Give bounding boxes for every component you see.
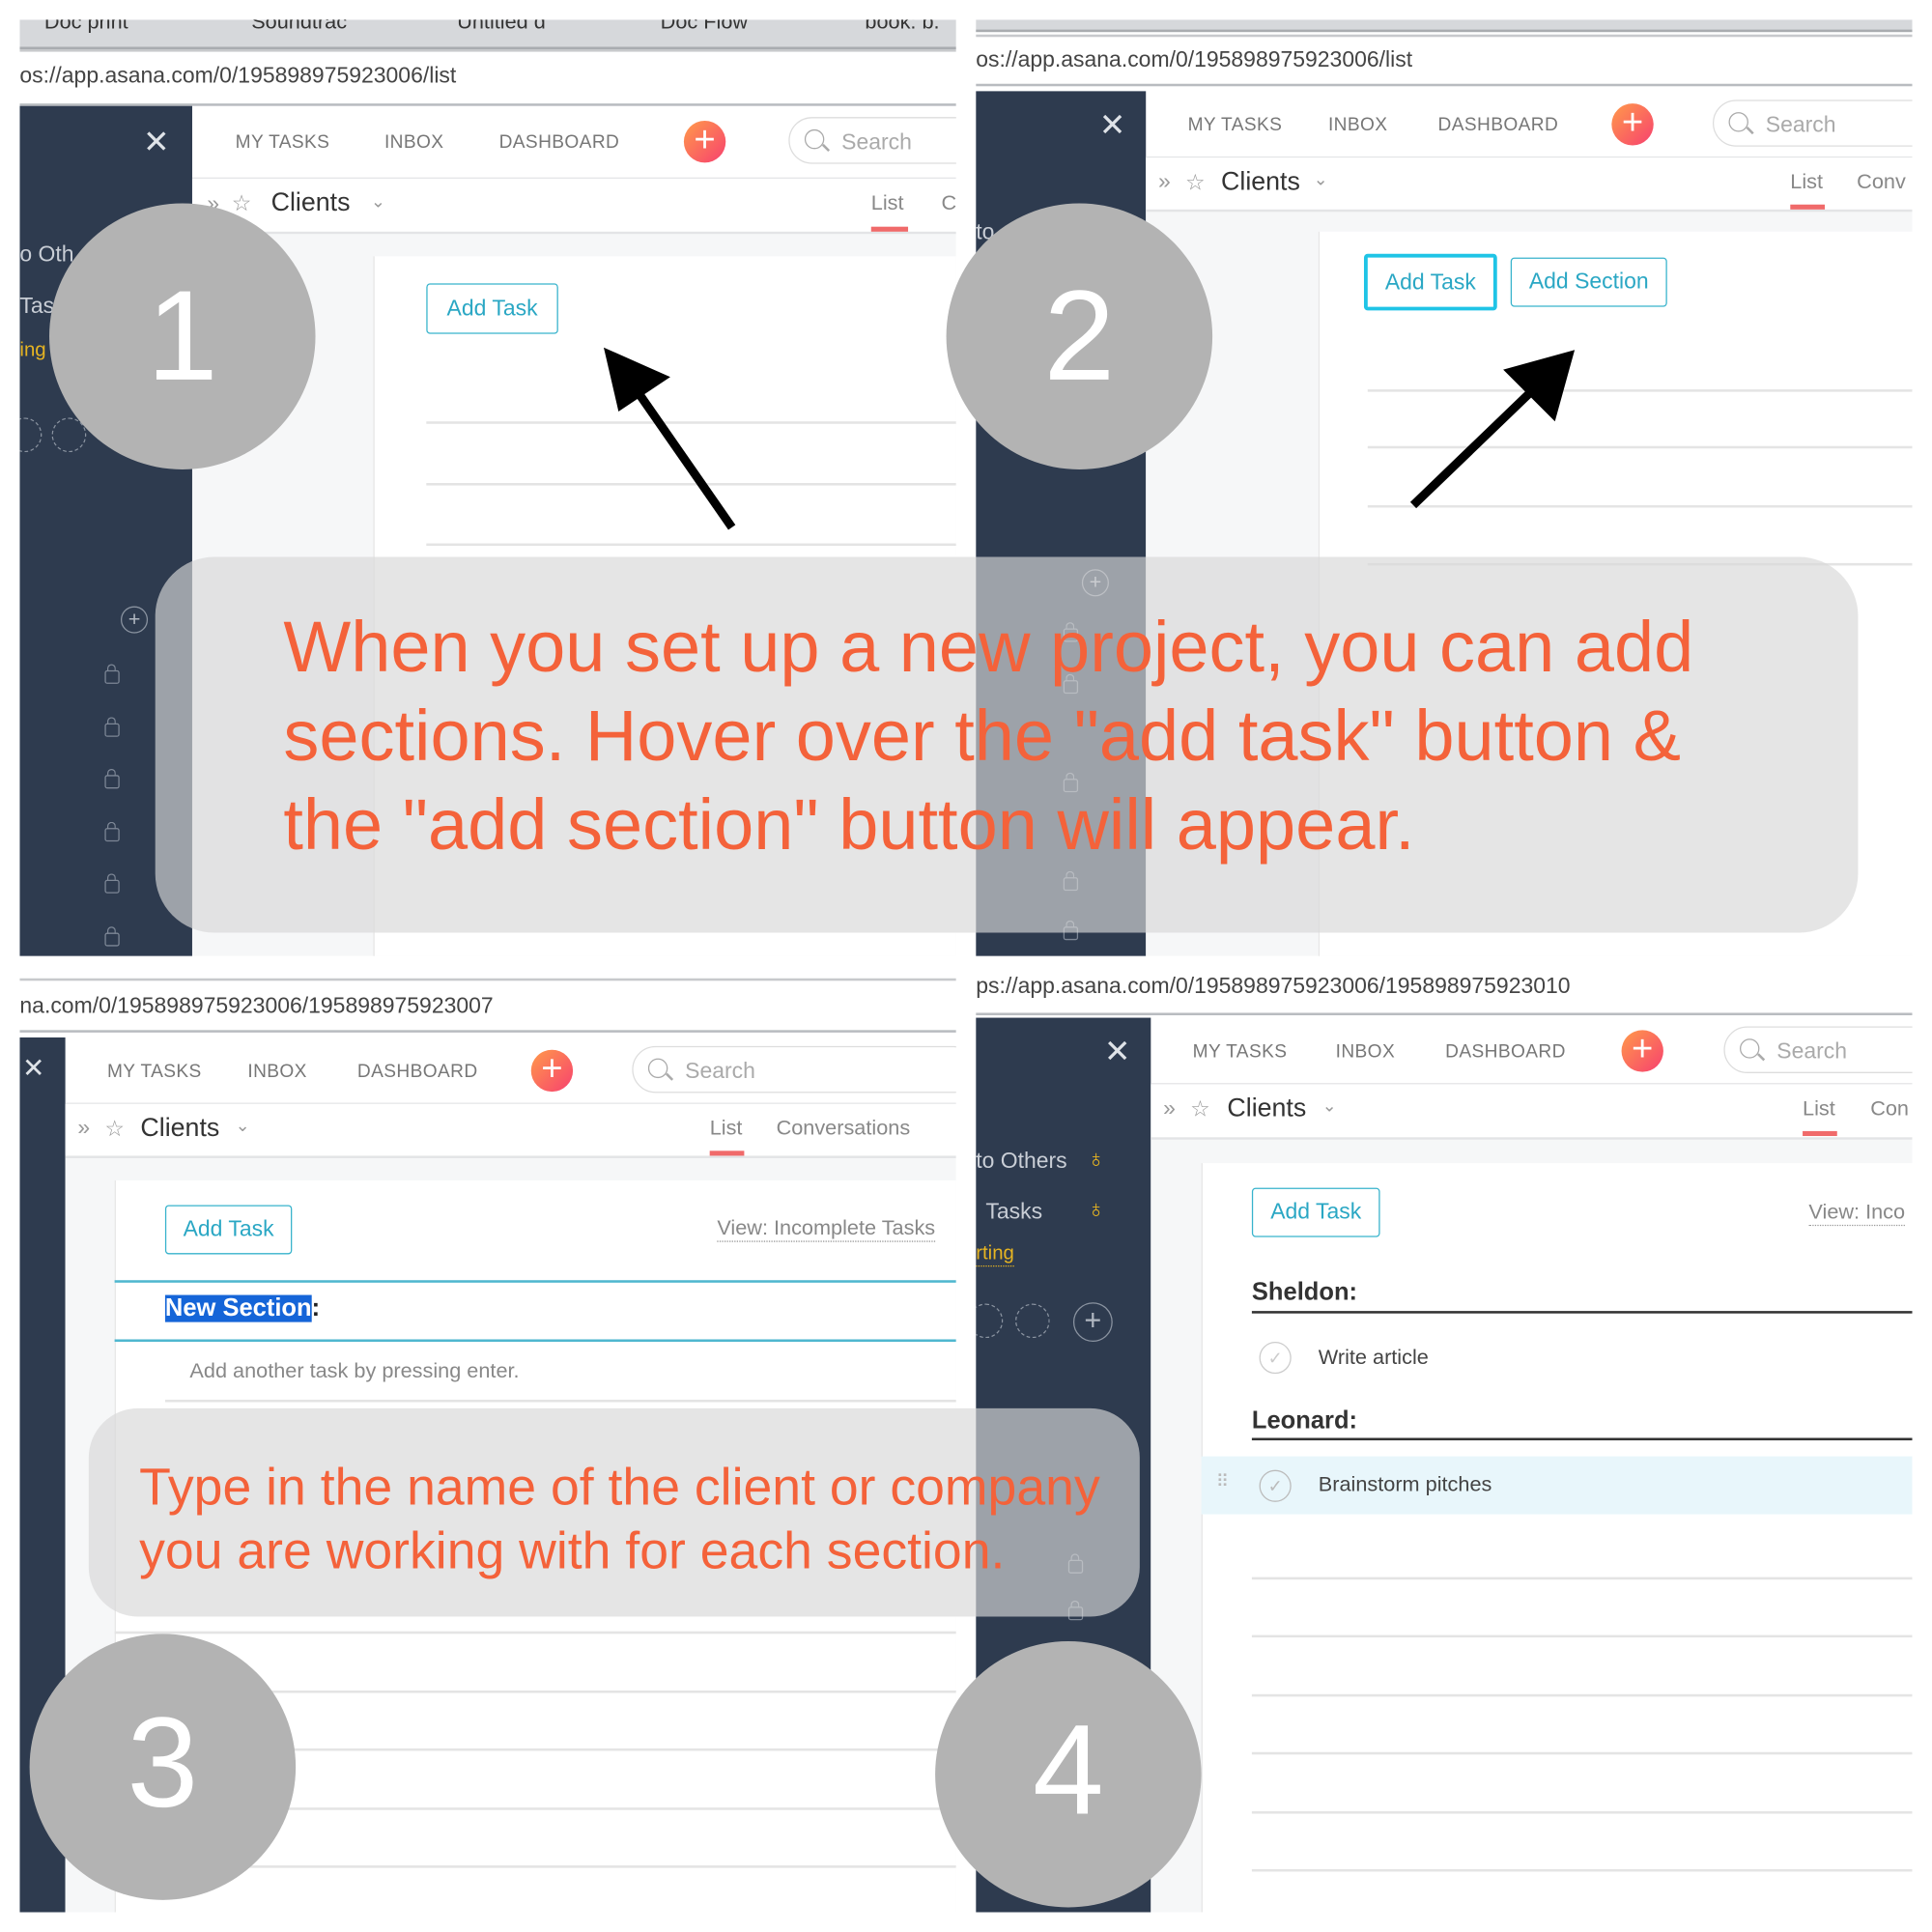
caption-line: you are working with for each section. (139, 1521, 1006, 1580)
task-row-divider (114, 1631, 956, 1634)
nav-inbox[interactable]: INBOX (1336, 1041, 1395, 1063)
active-tab-indicator (1803, 1130, 1837, 1137)
caption-text: When you set up a new project, you can a… (283, 604, 1693, 870)
tab-conversations[interactable]: Con (1870, 1096, 1909, 1122)
project-title[interactable]: Clients (140, 1114, 219, 1144)
chevron-down-icon[interactable]: ⌄ (1322, 1095, 1337, 1117)
step-number-badge: 4 (935, 1640, 1202, 1908)
award-ribbon-icon: ♁ (1086, 1146, 1106, 1174)
section-divider (1251, 1311, 1913, 1314)
collapse-chevron-icon[interactable]: » (1163, 1095, 1176, 1122)
arrow-pointing-add-task (603, 347, 736, 530)
award-ribbon-icon: ♁ (1086, 1196, 1106, 1224)
caption-line: sections. Hover over the "add task" butt… (283, 696, 1681, 777)
top-nav: MY TASKS INBOX DASHBOARD + Search (1151, 1018, 1913, 1085)
add-task-button[interactable]: Add Task (164, 1205, 293, 1255)
section-colon: : (311, 1294, 321, 1322)
search-icon (1740, 1038, 1760, 1059)
close-icon[interactable]: ✕ (22, 1052, 45, 1084)
complete-check-icon[interactable]: ✓ (1259, 1469, 1292, 1502)
section-divider (1251, 1437, 1913, 1441)
search-icon (647, 1058, 668, 1079)
caption-line: When you set up a new project, you can a… (283, 607, 1694, 688)
task-row-divider (164, 1399, 956, 1402)
step-number-badge: 2 (946, 203, 1213, 469)
collapse-chevron-icon[interactable]: » (77, 1115, 90, 1141)
tab-list[interactable]: List (710, 1117, 743, 1142)
tutorial-collage: Doc print Soundtrac Untitled d Doc Flow … (0, 0, 1932, 1932)
task-row-divider (1251, 1810, 1913, 1813)
section-row[interactable]: New Section: (114, 1280, 956, 1343)
step-number-badge: 3 (29, 1634, 297, 1900)
project-title[interactable]: Clients (1227, 1094, 1306, 1124)
search-placeholder: Search (1776, 1038, 1848, 1064)
new-task-hint[interactable]: Add another task by pressing enter. (189, 1359, 519, 1384)
task-list-card (1201, 1163, 1913, 1913)
star-icon[interactable]: ☆ (1190, 1096, 1210, 1122)
tab-list[interactable]: List (1803, 1096, 1835, 1122)
quick-add-plus-icon[interactable]: + (1621, 1030, 1663, 1072)
star-icon[interactable]: ☆ (104, 1117, 125, 1143)
task-row-hovered[interactable]: ⠿ ✓ Brainstorm pitches (1201, 1456, 1913, 1515)
project-header: » ☆ Clients ⌄ List Con (1151, 1084, 1913, 1140)
project-header: » ☆ Clients ⌄ List Conversations (65, 1103, 956, 1158)
caption-box-top: When you set up a new project, you can a… (155, 556, 1859, 933)
search-input[interactable]: Search (632, 1045, 956, 1094)
section-name-input[interactable]: New Section: (164, 1294, 321, 1323)
top-nav: MY TASKS INBOX DASHBOARD + Search (65, 1037, 956, 1104)
section-header[interactable]: Sheldon: (1252, 1279, 1357, 1307)
sidebar-item[interactable]: rting (976, 1243, 1014, 1267)
caption-line: the "add section" button will appear. (283, 784, 1415, 866)
active-tab-indicator (709, 1151, 745, 1156)
view-filter-dropdown[interactable]: View: Inco (1808, 1200, 1906, 1227)
add-task-button[interactable]: Add Task (1251, 1187, 1380, 1237)
caption-text: Type in the name of the client or compan… (139, 1455, 1100, 1583)
drag-handle-icon[interactable]: ⠿ (1216, 1471, 1229, 1492)
caption-line: Type in the name of the client or compan… (139, 1457, 1100, 1516)
task-row-divider (1251, 1577, 1913, 1579)
tab-conversations[interactable]: Conversations (777, 1117, 911, 1142)
task-name[interactable]: Write article (1319, 1346, 1429, 1371)
task-row-divider (1251, 1634, 1913, 1637)
nav-my-tasks[interactable]: MY TASKS (107, 1061, 202, 1082)
avatar-placeholder-icon[interactable] (1015, 1303, 1050, 1339)
sidebar-item[interactable]: to Others (976, 1149, 1066, 1175)
task-name[interactable]: Brainstorm pitches (1319, 1472, 1492, 1497)
nav-inbox[interactable]: INBOX (247, 1061, 306, 1082)
view-filter-dropdown[interactable]: View: Incomplete Tasks (717, 1216, 936, 1242)
nav-my-tasks[interactable]: MY TASKS (1193, 1041, 1288, 1063)
chevron-down-icon[interactable]: ⌄ (236, 1115, 250, 1136)
sidebar-item[interactable]: Tasks (985, 1199, 1042, 1225)
nav-dashboard[interactable]: DASHBOARD (357, 1061, 478, 1082)
nav-dashboard[interactable]: DASHBOARD (1445, 1041, 1566, 1063)
task-row-divider (1251, 1868, 1913, 1871)
complete-check-icon[interactable]: ✓ (1259, 1342, 1292, 1375)
address-bar[interactable]: na.com/0/195898975923006/195898975923007 (19, 978, 956, 1033)
task-row-divider (1251, 1693, 1913, 1696)
url-text[interactable]: na.com/0/195898975923006/195898975923007 (19, 993, 493, 1019)
task-row-divider (1251, 1751, 1913, 1754)
arrow-pointing-add-section (1409, 350, 1576, 509)
quick-add-plus-icon[interactable]: + (530, 1049, 574, 1093)
close-icon[interactable]: ✕ (1104, 1033, 1131, 1071)
step-number-badge: 1 (49, 203, 316, 469)
caption-box-bottom: Type in the name of the client or compan… (88, 1407, 1140, 1617)
section-header[interactable]: Leonard: (1252, 1407, 1357, 1435)
avatar-placeholder-icon[interactable] (976, 1303, 1004, 1339)
search-input[interactable]: Search (1723, 1026, 1913, 1073)
section-name-selected: New Section (164, 1294, 312, 1322)
plus-icon[interactable]: + (1072, 1302, 1113, 1343)
search-placeholder: Search (685, 1058, 755, 1084)
